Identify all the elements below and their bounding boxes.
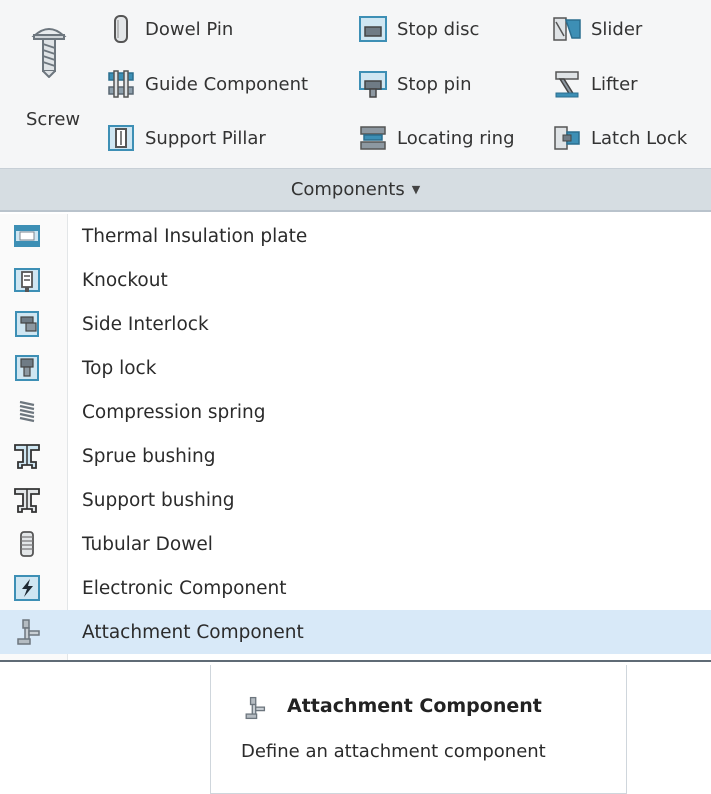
menu-item-label: Top lock [82,357,157,379]
screw-label: Screw [26,109,81,130]
stop-disc-button[interactable]: Stop disc [358,12,479,46]
menu-item-label: Support bushing [82,489,235,511]
menu-item-label: Electronic Component [82,577,287,599]
menu-item-label: Side Interlock [82,313,209,335]
menu-item-label: Compression spring [82,401,266,423]
top-lock-icon [15,355,39,381]
locating-ring-label: Locating ring [397,127,515,149]
side-interlock-icon [15,311,39,337]
thermal-insulation-plate-icon [14,225,40,247]
guide-component-icon [108,70,134,98]
menu-item-side-interlock[interactable]: Side Interlock [0,302,711,346]
knockout-icon [14,268,40,292]
menu-item-label: Tubular Dowel [82,533,213,555]
locating-ring-icon [360,126,386,150]
slider-icon [553,17,581,41]
menu-item-knockout[interactable]: Knockout [0,258,711,302]
menu-item-top-lock[interactable]: Top lock [0,346,711,390]
components-group-dropdown[interactable]: Components ▼ [0,168,711,212]
menu-item-label: Knockout [82,269,168,291]
lifter-icon [555,71,579,98]
attachment-component-icon [17,619,40,645]
screw-button[interactable]: Screw [18,8,92,158]
compression-spring-icon [19,400,35,423]
menu-item-support-bushing[interactable]: Support bushing [0,478,711,522]
locating-ring-button[interactable]: Locating ring [358,121,515,155]
dowel-pin-button[interactable]: Dowel Pin [106,12,233,46]
chevron-down-icon: ▼ [411,183,421,196]
components-dropdown-menu: Thermal Insulation plate Knockout Side I… [0,214,711,662]
menu-item-tubular-dowel[interactable]: Tubular Dowel [0,522,711,566]
stop-disc-label: Stop disc [397,18,480,40]
latch-lock-icon [554,126,580,150]
tooltip-title: Attachment Component [287,695,542,717]
attachment-component-icon [245,696,266,720]
stop-disc-icon [359,16,387,42]
dowel-pin-icon [114,15,128,43]
stop-pin-button[interactable]: Stop pin [358,67,471,101]
menu-item-label: Thermal Insulation plate [82,225,308,247]
slider-button[interactable]: Slider [552,12,642,46]
latch-lock-label: Latch Lock [591,127,688,149]
menu-item-thermal-insulation-plate[interactable]: Thermal Insulation plate [0,214,711,258]
electronic-component-icon [14,575,40,601]
dowel-pin-label: Dowel Pin [145,18,234,40]
guide-component-label: Guide Component [145,73,309,95]
components-group-label: Components [290,179,405,200]
screw-icon [31,28,67,78]
tooltip: Attachment Component Define an attachmen… [210,665,627,794]
latch-lock-button[interactable]: Latch Lock [552,121,687,155]
support-pillar-label: Support Pillar [145,127,266,149]
tooltip-description: Define an attachment component [241,741,546,762]
tubular-dowel-icon [20,531,34,557]
menu-item-attachment-component[interactable]: Attachment Component [0,610,711,654]
stop-pin-icon [359,71,387,98]
lifter-label: Lifter [591,73,638,95]
menu-item-electronic-component[interactable]: Electronic Component [0,566,711,610]
ribbon-panel: Screw Dowel Pin Guide Component Support … [0,0,711,168]
stop-pin-label: Stop pin [397,73,472,95]
menu-item-label: Sprue bushing [82,445,216,467]
menu-item-sprue-bushing[interactable]: Sprue bushing [0,434,711,478]
support-pillar-icon [108,125,134,151]
menu-item-label: Attachment Component [82,621,304,643]
support-bushing-icon [14,488,40,513]
support-pillar-button[interactable]: Support Pillar [106,121,266,155]
guide-component-button[interactable]: Guide Component [106,67,308,101]
slider-label: Slider [591,18,643,40]
menu-item-compression-spring[interactable]: Compression spring [0,390,711,434]
sprue-bushing-icon [14,444,40,469]
lifter-button[interactable]: Lifter [552,67,638,101]
